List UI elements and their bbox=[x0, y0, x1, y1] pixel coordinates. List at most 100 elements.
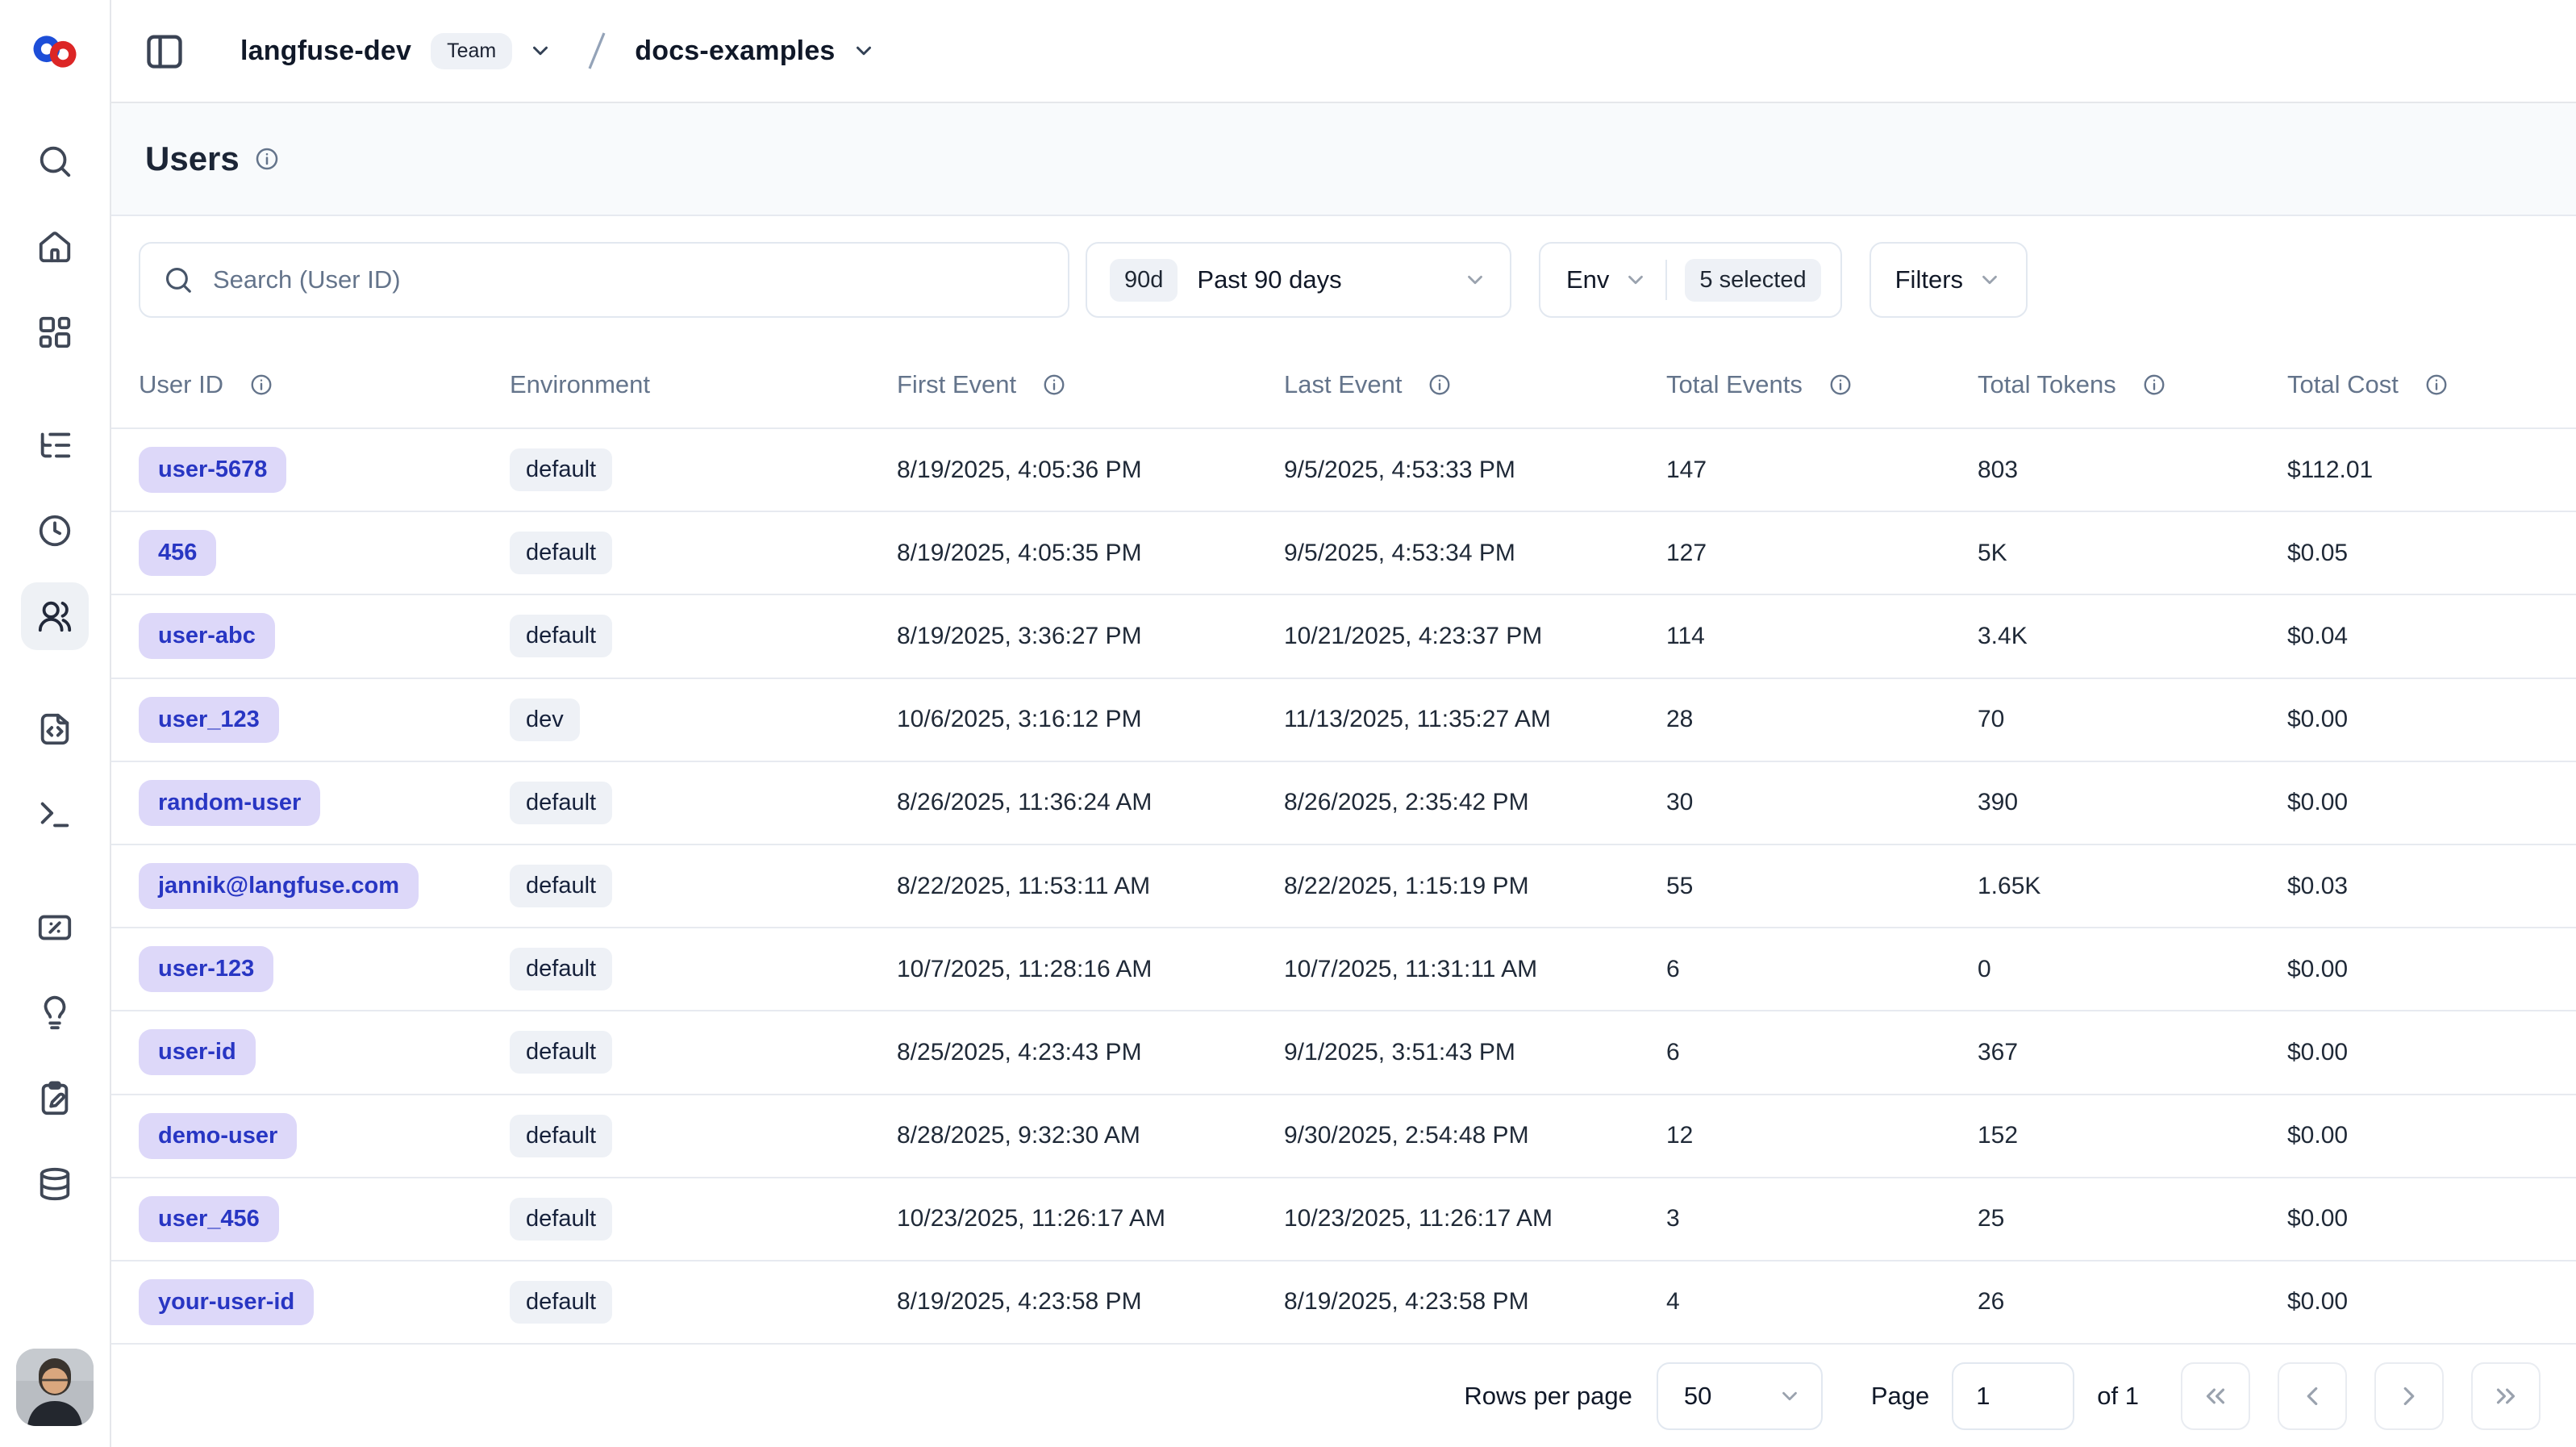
user-avatar[interactable] bbox=[16, 1349, 94, 1426]
user-id-badge[interactable]: your-user-id bbox=[139, 1279, 314, 1325]
info-icon[interactable] bbox=[1428, 373, 1452, 397]
environment-badge: default bbox=[510, 532, 612, 574]
grid-icon[interactable] bbox=[21, 298, 89, 366]
total-cost-cell: $0.00 bbox=[2287, 1288, 2576, 1316]
total-cost-cell: $0.00 bbox=[2287, 1039, 2576, 1066]
date-range-button[interactable]: 90d Past 90 days bbox=[1086, 242, 1511, 318]
info-icon[interactable] bbox=[1828, 373, 1853, 397]
total-tokens-cell: 367 bbox=[1978, 1039, 2287, 1066]
table-row[interactable]: jannik@langfuse.com default 8/22/2025, 1… bbox=[111, 844, 2576, 927]
environment-selected-badge: 5 selected bbox=[1685, 259, 1820, 302]
first-page-button[interactable] bbox=[2181, 1362, 2250, 1430]
user-id-badge[interactable]: demo-user bbox=[139, 1113, 297, 1159]
column-header-first-event[interactable]: First Event bbox=[897, 370, 1284, 399]
rows-per-page-select[interactable]: 50 bbox=[1657, 1362, 1823, 1430]
search-icon[interactable] bbox=[21, 127, 89, 195]
info-icon[interactable] bbox=[2424, 373, 2449, 397]
environment-filter-button[interactable]: Env 5 selected bbox=[1539, 242, 1842, 318]
page-number-input[interactable] bbox=[1952, 1362, 2074, 1430]
total-cost-cell: $0.03 bbox=[2287, 873, 2576, 900]
filters-button[interactable]: Filters bbox=[1869, 242, 2028, 318]
last-event-cell: 10/7/2025, 11:31:11 AM bbox=[1284, 956, 1666, 983]
column-header-user-id[interactable]: User ID bbox=[139, 370, 510, 399]
table-row[interactable]: demo-user default 8/28/2025, 9:32:30 AM … bbox=[111, 1094, 2576, 1177]
filters-label: Filters bbox=[1895, 265, 1963, 294]
previous-page-button[interactable] bbox=[2278, 1362, 2347, 1430]
users-icon[interactable] bbox=[21, 582, 89, 650]
clock-icon[interactable] bbox=[21, 497, 89, 565]
column-header-total-tokens[interactable]: Total Tokens bbox=[1978, 370, 2287, 399]
column-header-total-cost[interactable]: Total Cost bbox=[2287, 370, 2576, 399]
table-row[interactable]: user-id default 8/25/2025, 4:23:43 PM 9/… bbox=[111, 1010, 2576, 1093]
total-events-cell: 147 bbox=[1666, 457, 1978, 484]
last-event-cell: 11/13/2025, 11:35:27 AM bbox=[1284, 706, 1666, 733]
user-id-badge[interactable]: user-123 bbox=[139, 946, 273, 992]
org-type-badge: Team bbox=[431, 33, 512, 69]
page-title-info-icon[interactable] bbox=[254, 146, 280, 172]
first-event-cell: 8/28/2025, 9:32:30 AM bbox=[897, 1122, 1284, 1149]
breadcrumb-slash bbox=[581, 30, 612, 72]
user-id-badge[interactable]: user-5678 bbox=[139, 447, 286, 493]
user-id-cell: user_123 bbox=[139, 697, 510, 743]
user-id-badge[interactable]: user_123 bbox=[139, 697, 279, 743]
home-icon[interactable] bbox=[21, 213, 89, 281]
total-cost-cell: $0.05 bbox=[2287, 540, 2576, 567]
page-header: Users bbox=[111, 103, 2576, 216]
info-icon[interactable] bbox=[2142, 373, 2166, 397]
environment-cell: default bbox=[510, 448, 897, 491]
total-events-cell: 12 bbox=[1666, 1122, 1978, 1149]
first-event-cell: 10/7/2025, 11:28:16 AM bbox=[897, 956, 1284, 983]
table-row[interactable]: user_123 dev 10/6/2025, 3:16:12 PM 11/13… bbox=[111, 678, 2576, 761]
sidebar-toggle-icon[interactable] bbox=[137, 23, 192, 78]
table-row[interactable]: random-user default 8/26/2025, 11:36:24 … bbox=[111, 761, 2576, 844]
user-id-badge[interactable]: user-id bbox=[139, 1029, 256, 1075]
user-id-badge[interactable]: jannik@langfuse.com bbox=[139, 863, 419, 909]
column-header-environment[interactable]: Environment bbox=[510, 370, 897, 399]
user-id-badge[interactable]: random-user bbox=[139, 780, 320, 826]
table-row[interactable]: user-123 default 10/7/2025, 11:28:16 AM … bbox=[111, 927, 2576, 1010]
lightbulb-icon[interactable] bbox=[21, 979, 89, 1047]
user-id-badge[interactable]: user_456 bbox=[139, 1196, 279, 1242]
environment-cell: default bbox=[510, 532, 897, 574]
langfuse-logo[interactable] bbox=[0, 0, 110, 103]
search-input[interactable] bbox=[213, 265, 1045, 294]
user-id-badge[interactable]: user-abc bbox=[139, 613, 275, 659]
last-event-cell: 9/30/2025, 2:54:48 PM bbox=[1284, 1122, 1666, 1149]
table-row[interactable]: user-5678 default 8/19/2025, 4:05:36 PM … bbox=[111, 427, 2576, 511]
total-cost-cell: $112.01 bbox=[2287, 457, 2576, 484]
table-body: user-5678 default 8/19/2025, 4:05:36 PM … bbox=[111, 427, 2576, 1345]
chevron-down-icon bbox=[1778, 1384, 1802, 1408]
table-row[interactable]: user_456 default 10/23/2025, 11:26:17 AM… bbox=[111, 1177, 2576, 1260]
chevron-right-icon bbox=[2394, 1381, 2424, 1412]
column-header-total-events[interactable]: Total Events bbox=[1666, 370, 1978, 399]
next-page-button[interactable] bbox=[2374, 1362, 2444, 1430]
total-cost-cell: $0.00 bbox=[2287, 1205, 2576, 1232]
page-label: Page bbox=[1871, 1382, 1929, 1411]
org-switcher-chevron-down-icon[interactable] bbox=[528, 39, 552, 63]
environment-cell: default bbox=[510, 948, 897, 990]
project-name[interactable]: docs-examples bbox=[635, 35, 835, 67]
clipboard-pen-icon[interactable] bbox=[21, 1065, 89, 1132]
total-cost-cell: $0.00 bbox=[2287, 1122, 2576, 1149]
last-page-button[interactable] bbox=[2471, 1362, 2541, 1430]
column-header-last-event[interactable]: Last Event bbox=[1284, 370, 1666, 399]
environment-badge: default bbox=[510, 1115, 612, 1157]
user-id-badge[interactable]: 456 bbox=[139, 530, 216, 576]
file-code-icon[interactable] bbox=[21, 695, 89, 763]
last-event-cell: 9/1/2025, 3:51:43 PM bbox=[1284, 1039, 1666, 1066]
first-event-cell: 8/25/2025, 4:23:43 PM bbox=[897, 1039, 1284, 1066]
environment-badge: default bbox=[510, 448, 612, 491]
list-tree-icon[interactable] bbox=[21, 411, 89, 479]
total-cost-cell: $0.00 bbox=[2287, 956, 2576, 983]
table-row[interactable]: 456 default 8/19/2025, 4:05:35 PM 9/5/20… bbox=[111, 511, 2576, 594]
last-event-cell: 9/5/2025, 4:53:34 PM bbox=[1284, 540, 1666, 567]
table-row[interactable]: your-user-id default 8/19/2025, 4:23:58 … bbox=[111, 1260, 2576, 1343]
project-switcher-chevron-down-icon[interactable] bbox=[852, 39, 876, 63]
percent-card-icon[interactable] bbox=[21, 894, 89, 961]
table-row[interactable]: user-abc default 8/19/2025, 3:36:27 PM 1… bbox=[111, 594, 2576, 677]
info-icon[interactable] bbox=[249, 373, 273, 397]
org-name[interactable]: langfuse-dev bbox=[240, 35, 411, 67]
info-icon[interactable] bbox=[1042, 373, 1066, 397]
database-icon[interactable] bbox=[21, 1150, 89, 1218]
terminal-icon[interactable] bbox=[21, 781, 89, 849]
